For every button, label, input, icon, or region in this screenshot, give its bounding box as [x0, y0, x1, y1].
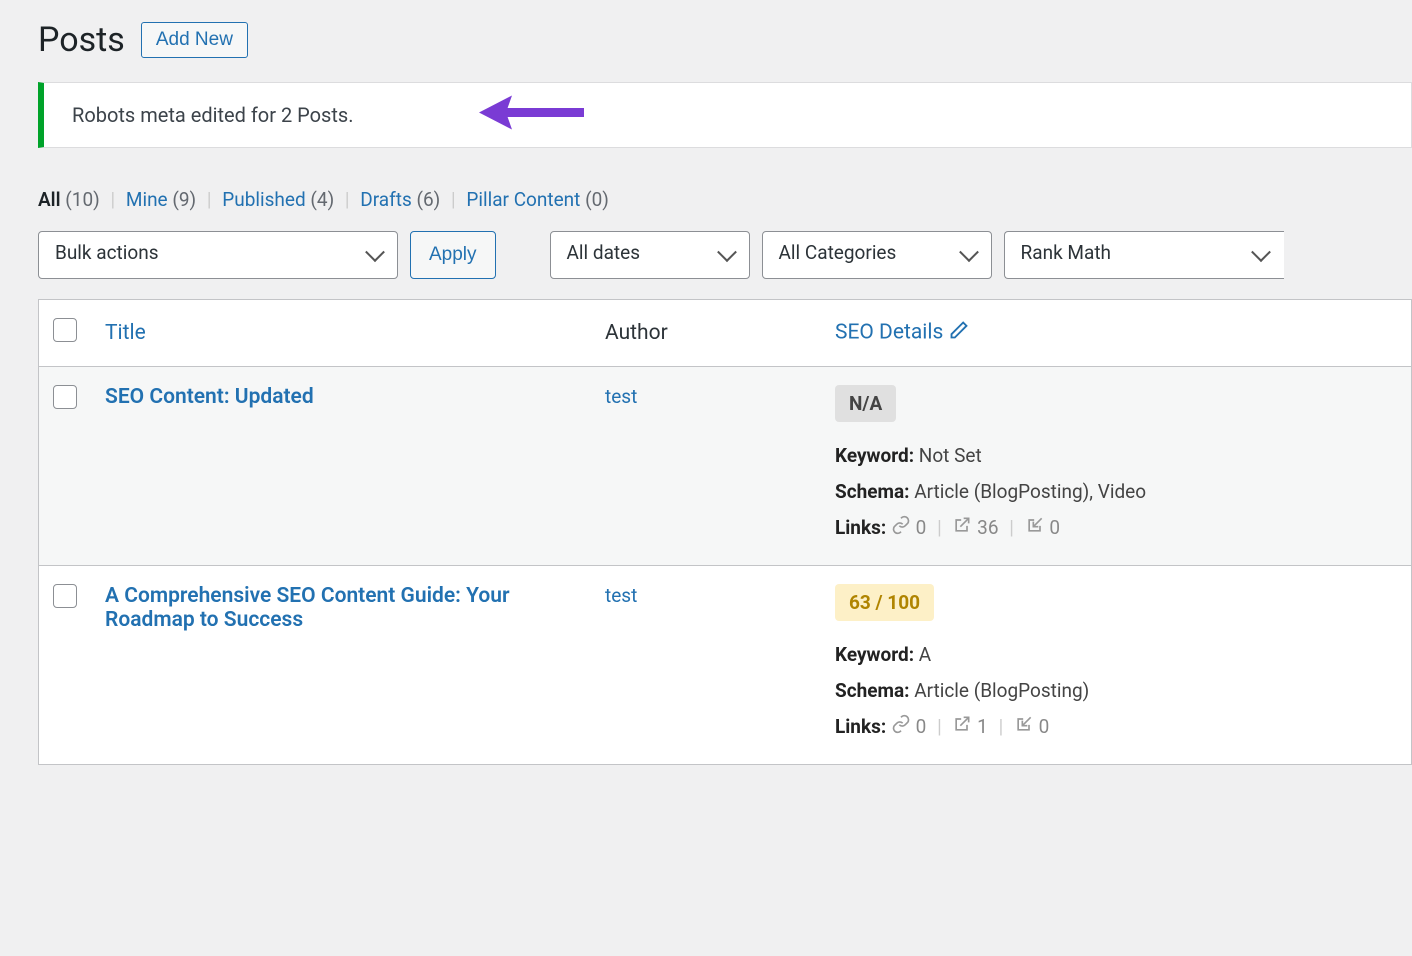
internal-link-count: 0 — [916, 516, 927, 539]
seo-score-badge: 63 / 100 — [835, 584, 934, 621]
table-row: A Comprehensive SEO Content Guide: Your … — [39, 566, 1412, 765]
notice-text: Robots meta edited for 2 Posts. — [72, 103, 354, 127]
author-column-header: Author — [591, 300, 821, 367]
filter-mine[interactable]: Mine — [126, 188, 168, 211]
incoming-link-count: 0 — [1049, 516, 1060, 539]
success-notice: Robots meta edited for 2 Posts. — [38, 82, 1412, 148]
author-link[interactable]: test — [605, 385, 637, 408]
internal-link-icon — [891, 710, 911, 746]
posts-table: Title Author SEO Details SEO Content: Up… — [38, 299, 1412, 765]
table-row: SEO Content: Updated test N/A Keyword: N… — [39, 367, 1412, 566]
status-filters: All (10) | Mine (9) | Published (4) | Dr… — [38, 188, 1412, 211]
incoming-link-icon — [1014, 710, 1034, 746]
schema-label: Schema: — [835, 679, 909, 702]
seo-column-header[interactable]: SEO Details — [835, 321, 943, 345]
external-link-count: 1 — [977, 715, 988, 738]
external-link-count: 36 — [977, 516, 998, 539]
rank-math-filter-select[interactable]: Rank Math — [1004, 231, 1284, 279]
links-label: Links: — [835, 715, 886, 738]
dates-filter-select[interactable]: All dates — [550, 231, 750, 279]
external-link-icon — [952, 511, 972, 547]
incoming-link-icon — [1025, 511, 1045, 547]
add-new-button[interactable]: Add New — [141, 22, 248, 58]
keyword-label: Keyword: — [835, 643, 914, 666]
incoming-link-count: 0 — [1039, 715, 1050, 738]
filter-drafts[interactable]: Drafts — [360, 188, 412, 211]
bulk-actions-select[interactable]: Bulk actions — [38, 231, 398, 279]
row-checkbox[interactable] — [53, 385, 77, 409]
post-title-link[interactable]: A Comprehensive SEO Content Guide: Your … — [105, 584, 510, 632]
internal-link-icon — [891, 511, 911, 547]
title-column-header[interactable]: Title — [105, 321, 146, 345]
author-link[interactable]: test — [605, 584, 637, 607]
row-checkbox[interactable] — [53, 584, 77, 608]
external-link-icon — [952, 710, 972, 746]
apply-button[interactable]: Apply — [410, 231, 496, 279]
links-label: Links: — [835, 516, 886, 539]
post-title-link[interactable]: SEO Content: Updated — [105, 385, 314, 409]
categories-filter-select[interactable]: All Categories — [762, 231, 992, 279]
pencil-icon[interactable] — [949, 320, 969, 346]
keyword-value: Not Set — [919, 444, 982, 467]
keyword-value: A — [919, 643, 931, 666]
schema-value: Article (BlogPosting) — [914, 679, 1089, 702]
filter-pillar[interactable]: Pillar Content — [466, 188, 580, 211]
schema-label: Schema: — [835, 480, 909, 503]
page-title: Posts — [38, 20, 125, 60]
select-all-checkbox[interactable] — [53, 318, 77, 342]
internal-link-count: 0 — [916, 715, 927, 738]
filter-all[interactable]: All (10) — [38, 188, 100, 211]
annotation-arrow-icon — [474, 88, 594, 143]
keyword-label: Keyword: — [835, 444, 914, 467]
filter-published[interactable]: Published — [222, 188, 305, 211]
schema-value: Article (BlogPosting), Video — [914, 480, 1146, 503]
seo-score-badge: N/A — [835, 385, 896, 422]
